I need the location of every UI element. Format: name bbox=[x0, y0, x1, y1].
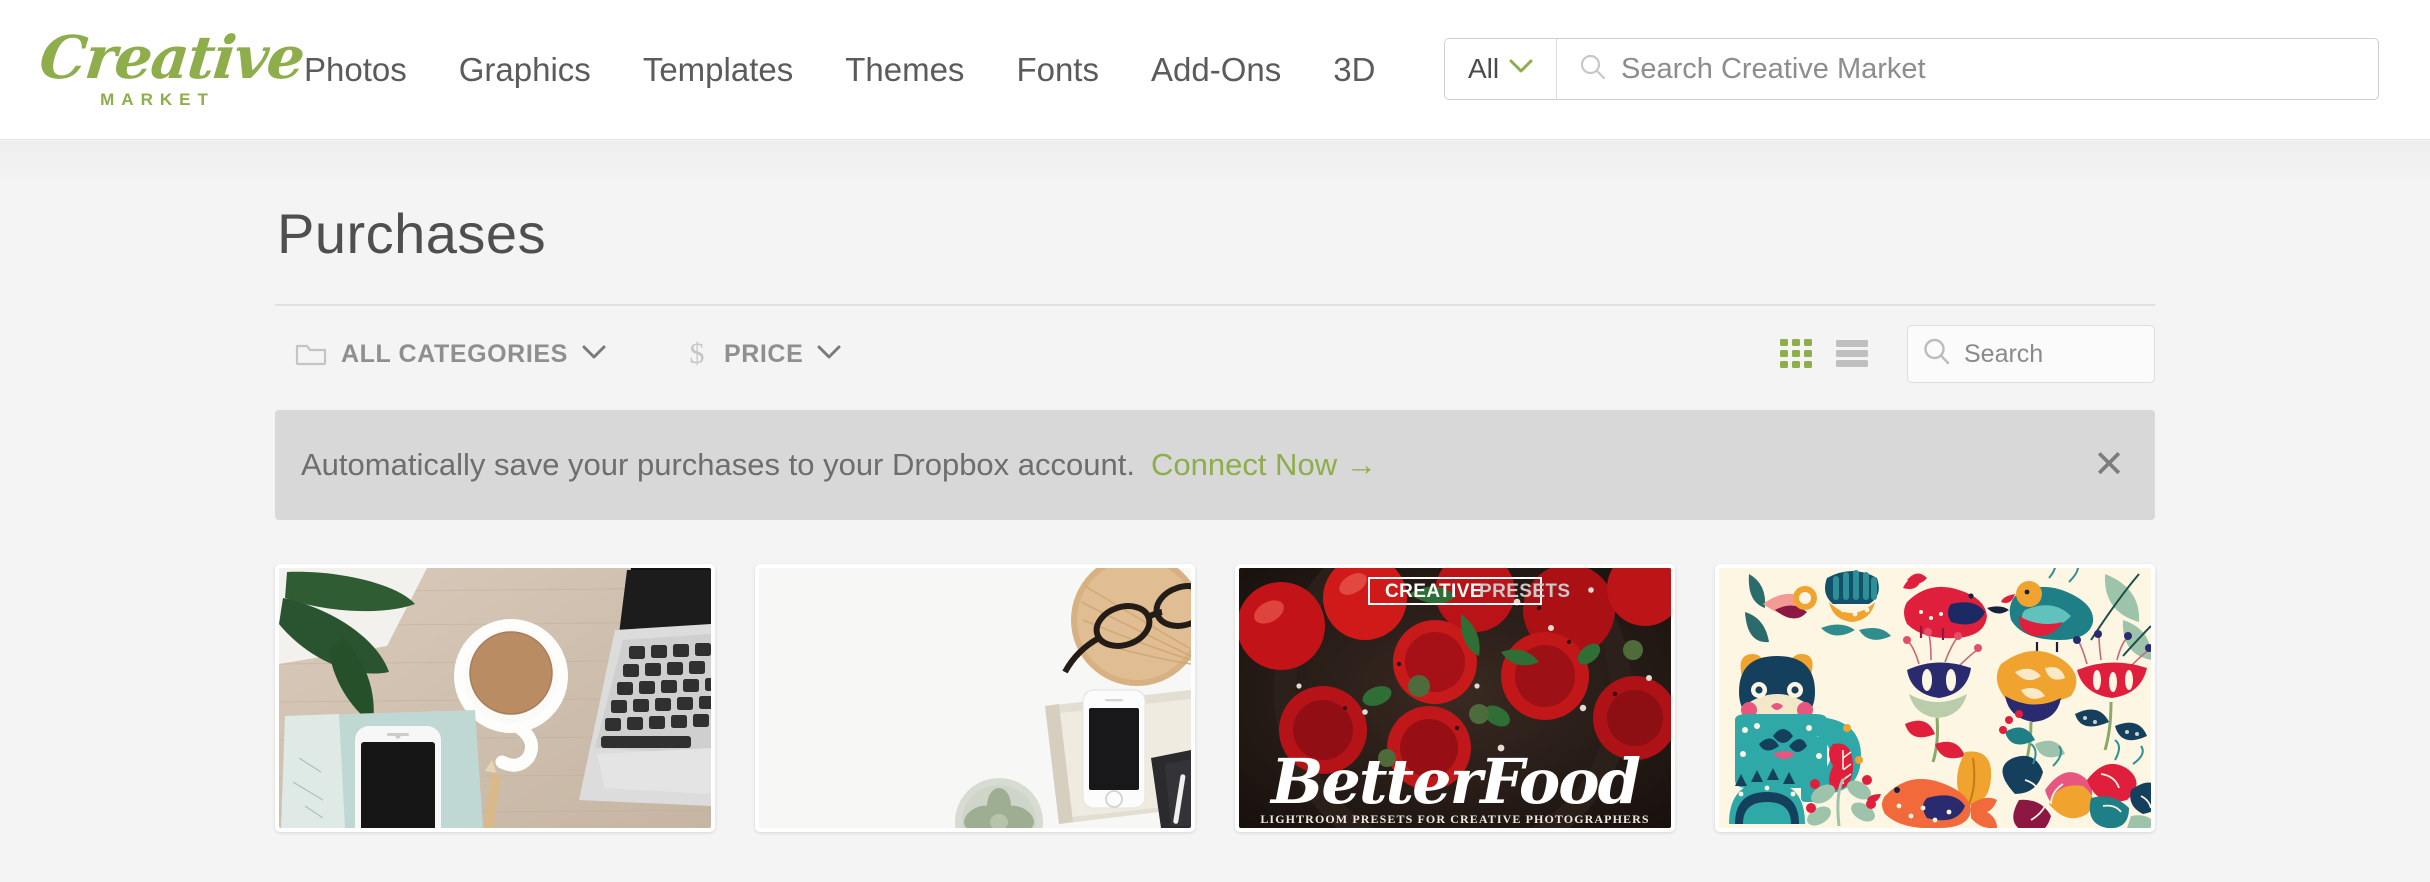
close-icon[interactable]: ✕ bbox=[2093, 446, 2125, 484]
grid-view-icon[interactable] bbox=[1779, 337, 1813, 372]
chevron-down-icon bbox=[582, 345, 606, 363]
site-header: Creative MARKET Photos Graphics Template… bbox=[0, 0, 2430, 140]
svg-text:PRESETS: PRESETS bbox=[1479, 581, 1571, 602]
header-search-input[interactable] bbox=[1621, 52, 2378, 86]
purchase-card-folk-art-birds-flowers-clipart[interactable] bbox=[1715, 564, 2155, 832]
search-scope-label: All bbox=[1467, 53, 1500, 84]
logo-subtext: MARKET bbox=[100, 90, 215, 109]
purchase-thumbnail bbox=[1719, 568, 2151, 828]
svg-text:$: $ bbox=[689, 337, 704, 370]
dollar-icon: $ bbox=[684, 336, 710, 373]
nav-item-themes[interactable]: Themes bbox=[819, 51, 990, 89]
filter-price-label: PRICE bbox=[723, 339, 804, 368]
purchases-search-box bbox=[1907, 325, 2155, 383]
page-body: Purchases ALL CATEGORIES $ PRICE Search … bbox=[0, 141, 2430, 882]
purchase-thumbnail bbox=[759, 568, 1191, 828]
filter-toolbar: ALL CATEGORIES $ PRICE bbox=[275, 306, 2155, 402]
chevron-down-icon bbox=[817, 345, 841, 363]
creative-market-logo[interactable]: Creative MARKET bbox=[36, 23, 307, 112]
nav-item-3d[interactable]: 3D bbox=[1307, 51, 1401, 89]
header-search-bar: All bbox=[1444, 38, 2379, 100]
chevron-down-icon bbox=[1509, 59, 1533, 79]
logo-wordmark: Creative bbox=[36, 23, 307, 92]
svg-text:BetterFood: BetterFood bbox=[1269, 745, 1640, 818]
search-icon bbox=[1922, 337, 1952, 372]
svg-text:CREATIVE: CREATIVE bbox=[1385, 581, 1483, 602]
folder-icon bbox=[295, 340, 327, 369]
nav-item-graphics[interactable]: Graphics bbox=[433, 51, 617, 89]
nav-item-add-ons[interactable]: Add-Ons bbox=[1125, 51, 1307, 89]
page-title: Purchases bbox=[277, 202, 547, 265]
header-search-field bbox=[1557, 39, 2378, 99]
list-view-icon[interactable] bbox=[1835, 337, 1869, 372]
purchase-card-flat-lay-coffee-laptop-phone-photo[interactable] bbox=[275, 564, 715, 832]
search-icon bbox=[1579, 53, 1607, 86]
purchase-card-minimal-white-desk-glasses-phone-photo[interactable] bbox=[755, 564, 1195, 832]
nav-item-fonts[interactable]: Fonts bbox=[990, 51, 1125, 89]
main-navigation: Photos Graphics Templates Themes Fonts A… bbox=[278, 0, 1401, 140]
content-container: Purchases ALL CATEGORIES $ PRICE Search … bbox=[275, 141, 2155, 832]
filter-all-categories[interactable]: ALL CATEGORIES bbox=[295, 340, 606, 369]
filter-all-categories-label: ALL CATEGORIES bbox=[341, 339, 568, 368]
purchases-grid: CREATIVE PRESETS BetterFood LIGHTROOM PR… bbox=[275, 564, 2155, 832]
filter-price[interactable]: $ PRICE bbox=[684, 336, 841, 373]
dropbox-banner: Automatically save your purchases to you… bbox=[275, 410, 2155, 520]
nav-item-templates[interactable]: Templates bbox=[617, 51, 819, 89]
purchases-search-input[interactable] bbox=[1964, 339, 2140, 369]
view-mode-toggle bbox=[1779, 337, 1869, 372]
dropbox-banner-message: Automatically save your purchases to you… bbox=[301, 447, 1135, 482]
dropbox-connect-link[interactable]: Connect Now → bbox=[1151, 447, 1377, 483]
purchase-card-betterfood-lightroom-presets[interactable]: CREATIVE PRESETS BetterFood LIGHTROOM PR… bbox=[1235, 564, 1675, 832]
nav-item-photos[interactable]: Photos bbox=[278, 51, 433, 89]
purchase-thumbnail: CREATIVE PRESETS BetterFood LIGHTROOM PR… bbox=[1239, 568, 1671, 828]
view-tools bbox=[1779, 306, 2155, 402]
search-scope-dropdown[interactable]: All bbox=[1445, 39, 1557, 99]
svg-text:LIGHTROOM PRESETS FOR CREATIVE: LIGHTROOM PRESETS FOR CREATIVE PHOTOGRAP… bbox=[1260, 812, 1649, 826]
purchase-thumbnail bbox=[279, 568, 711, 828]
